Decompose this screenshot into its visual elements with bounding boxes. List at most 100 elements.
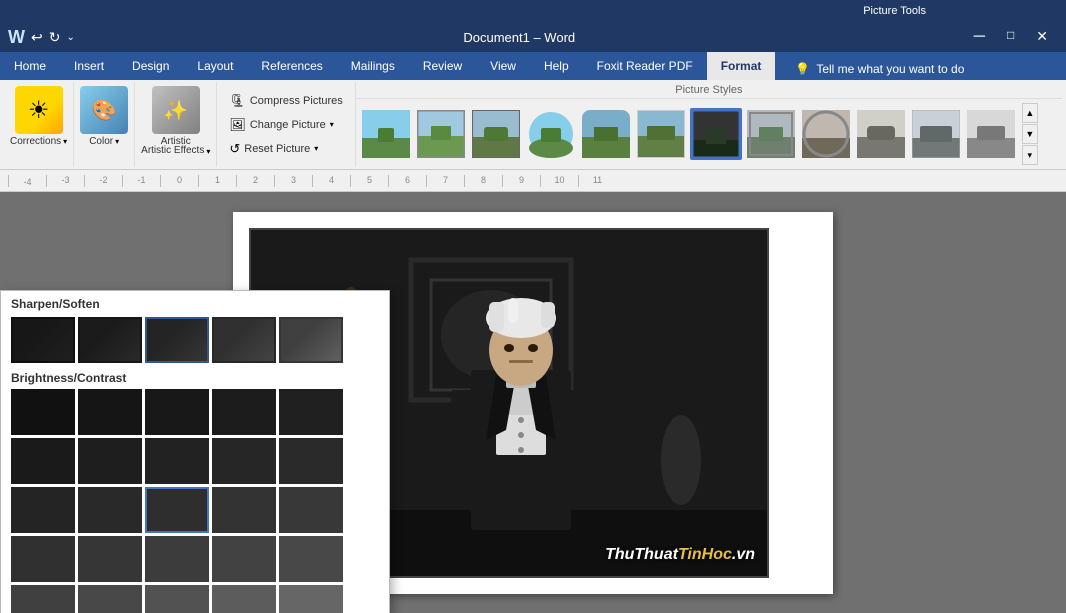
ruler-mark: 2 <box>236 175 274 187</box>
quick-access-btn[interactable]: ⌄ <box>66 32 74 43</box>
reset-picture-btn[interactable]: ↺ Reset Picture ▾ <box>225 139 346 159</box>
bc-thumb-4-3[interactable] <box>145 536 209 582</box>
bc-thumb-5-2[interactable] <box>78 585 142 613</box>
ruler-mark: -3 <box>46 175 84 187</box>
color-arrow: ▾ <box>115 137 119 146</box>
tab-references[interactable]: References <box>247 52 336 80</box>
sharpen-thumb-2[interactable] <box>78 317 142 363</box>
change-label: Change Picture <box>250 119 326 131</box>
ruler-mark: 4 <box>312 175 350 187</box>
ruler-mark: 0 <box>160 175 198 187</box>
ruler: -4 -3 -2 -1 0 1 2 3 4 5 6 7 8 9 10 11 <box>0 170 1066 192</box>
change-arrow: ▾ <box>330 120 334 129</box>
sharpen-thumb-5[interactable] <box>279 317 343 363</box>
bc-thumb-3-4[interactable] <box>212 487 276 533</box>
sharpen-thumb-3[interactable] <box>145 317 209 363</box>
ruler-mark: 1 <box>198 175 236 187</box>
app-container: Picture Tools W ↩ ↻ ⌄ Document1 – Word ─… <box>0 0 1066 613</box>
sharpen-thumb-4[interactable] <box>212 317 276 363</box>
bc-thumb-1-1[interactable] <box>11 389 75 435</box>
artistic-effects-group[interactable]: ✨ Artistic Artistic Effects ▾ <box>135 82 217 167</box>
ruler-mark: -2 <box>84 175 122 187</box>
bc-thumb-2-5[interactable] <box>279 438 343 484</box>
redo-btn[interactable]: ↻ <box>49 29 61 46</box>
brightness-contrast-label: Brightness/Contrast <box>11 371 379 389</box>
tab-design[interactable]: Design <box>118 52 183 80</box>
style-1[interactable] <box>360 108 412 160</box>
bc-thumb-2-2[interactable] <box>78 438 142 484</box>
bc-thumb-3-5[interactable] <box>279 487 343 533</box>
style-7[interactable] <box>690 108 742 160</box>
style-4[interactable] <box>525 108 577 160</box>
tab-mailings[interactable]: Mailings <box>337 52 409 80</box>
style-12[interactable] <box>965 108 1017 160</box>
style-6[interactable] <box>635 108 687 160</box>
bc-thumb-5-5[interactable] <box>279 585 343 613</box>
style-5[interactable] <box>580 108 632 160</box>
tab-help[interactable]: Help <box>530 52 583 80</box>
main-content-area: Sharpen/Soften <box>0 170 1066 613</box>
tab-format[interactable]: Format <box>707 52 776 80</box>
color-label: Color <box>89 136 113 147</box>
maximize-btn[interactable]: □ <box>997 26 1024 48</box>
bc-thumb-5-4[interactable] <box>212 585 276 613</box>
corrections-group[interactable]: ☀ Corrections ▾ <box>4 82 74 167</box>
tab-view[interactable]: View <box>476 52 530 80</box>
styles-scroll-up[interactable]: ▲ <box>1022 103 1038 123</box>
tab-layout[interactable]: Layout <box>183 52 247 80</box>
bc-thumb-1-5[interactable] <box>279 389 343 435</box>
style-10[interactable] <box>855 108 907 160</box>
bc-thumb-3-1[interactable] <box>11 487 75 533</box>
bc-thumb-4-1[interactable] <box>11 536 75 582</box>
styles-scroll-more[interactable]: ▾ <box>1022 145 1038 165</box>
ruler-mark: 8 <box>464 175 502 187</box>
ribbon: ☀ Corrections ▾ 🎨 Color ▾ ✨ Artistic <box>0 80 1066 170</box>
compress-btn[interactable]: 🗜 Compress Pictures <box>225 91 346 111</box>
bc-thumb-2-4[interactable] <box>212 438 276 484</box>
ruler-mark: 7 <box>426 175 464 187</box>
corrections-panel: Sharpen/Soften <box>0 290 390 613</box>
close-btn[interactable]: ✕ <box>1026 26 1058 48</box>
bc-thumb-3-3[interactable] <box>145 487 209 533</box>
watermark: ThuThuatTinHoc.vn <box>605 546 755 564</box>
tab-insert[interactable]: Insert <box>60 52 118 80</box>
tell-me-area[interactable]: 💡 Tell me what you want to do <box>783 58 976 80</box>
change-picture-btn[interactable]: 🖼 Change Picture ▾ <box>225 115 346 135</box>
bc-thumb-4-2[interactable] <box>78 536 142 582</box>
bc-thumb-4-4[interactable] <box>212 536 276 582</box>
ruler-mark: 10 <box>540 175 578 187</box>
reset-arrow: ▾ <box>314 144 318 153</box>
bc-thumb-1-4[interactable] <box>212 389 276 435</box>
tab-foxit[interactable]: Foxit Reader PDF <box>583 52 707 80</box>
tab-review[interactable]: Review <box>409 52 476 80</box>
styles-scroll-down[interactable]: ▼ <box>1022 124 1038 144</box>
bc-thumb-4-5[interactable] <box>279 536 343 582</box>
title-text: Document1 – Word <box>463 30 575 45</box>
bc-thumb-5-3[interactable] <box>145 585 209 613</box>
bc-thumb-2-1[interactable] <box>11 438 75 484</box>
lightbulb-icon: 💡 <box>795 62 810 76</box>
style-3[interactable] <box>470 108 522 160</box>
undo-btn[interactable]: ↩ <box>31 29 43 46</box>
tell-me-text[interactable]: Tell me what you want to do <box>816 62 964 76</box>
bc-thumb-3-2[interactable] <box>78 487 142 533</box>
style-2[interactable] <box>415 108 467 160</box>
style-11[interactable] <box>910 108 962 160</box>
corrections-arrow: ▾ <box>63 137 67 146</box>
effects-label2: Artistic Effects <box>141 145 204 156</box>
bc-thumb-2-3[interactable] <box>145 438 209 484</box>
tab-home[interactable]: Home <box>0 52 60 80</box>
color-group[interactable]: 🎨 Color ▾ <box>74 82 135 167</box>
corrections-label: Corrections <box>10 136 61 147</box>
ruler-mark: 11 <box>578 175 616 187</box>
style-9[interactable] <box>800 108 852 160</box>
minimize-btn[interactable]: ─ <box>964 26 995 48</box>
tab-bar: Home Insert Design Layout References Mai… <box>0 52 1066 80</box>
bc-thumb-5-1[interactable] <box>11 585 75 613</box>
reset-label: Reset Picture <box>244 143 310 155</box>
ruler-mark: 3 <box>274 175 312 187</box>
sharpen-thumb-1[interactable] <box>11 317 75 363</box>
style-8[interactable] <box>745 108 797 160</box>
bc-thumb-1-2[interactable] <box>78 389 142 435</box>
bc-thumb-1-3[interactable] <box>145 389 209 435</box>
